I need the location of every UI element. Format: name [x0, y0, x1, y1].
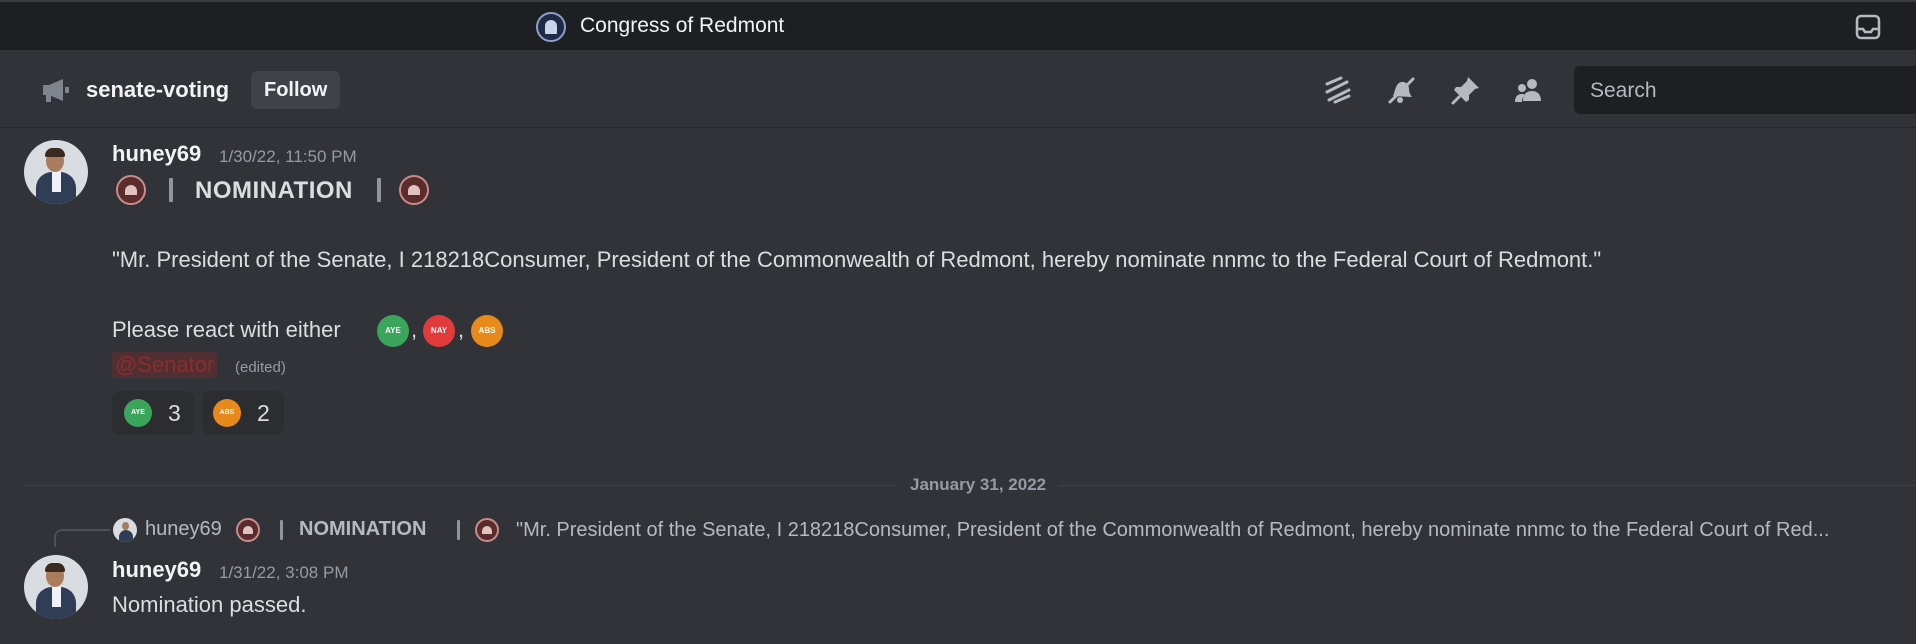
avatar[interactable] — [24, 555, 88, 619]
capitol-seal-icon — [475, 518, 499, 542]
reply-quote[interactable]: "Mr. President of the Senate, I 218218Co… — [516, 519, 1906, 542]
username[interactable]: huney69 — [112, 557, 201, 583]
inbox-icon[interactable] — [1855, 14, 1881, 40]
threads-icon[interactable] — [1321, 74, 1353, 106]
role-mention[interactable]: @Senator — [112, 352, 218, 378]
reply-username[interactable]: huney69 — [145, 518, 222, 541]
reaction-count: 3 — [168, 400, 181, 426]
megaphone-icon — [43, 79, 69, 102]
capitol-seal-icon — [236, 518, 260, 542]
reply-nomination-header: NOMINATION — [299, 518, 427, 540]
server-title: Congress of Redmont — [580, 14, 785, 37]
search-box[interactable] — [1574, 66, 1916, 116]
react-prompt: Please react with either — [112, 317, 341, 342]
aye-emoji-icon: AYE — [124, 399, 152, 427]
nay-emoji-icon: NAY — [423, 315, 455, 347]
capitol-seal-icon — [399, 175, 429, 205]
mute-bell-icon[interactable] — [1385, 74, 1417, 106]
timestamp: 1/30/22, 11:50 PM — [219, 147, 357, 166]
pin-icon[interactable] — [1450, 74, 1482, 106]
avatar[interactable] — [24, 140, 88, 204]
search-input[interactable] — [1588, 66, 1892, 116]
aye-emoji-icon: AYE — [377, 315, 409, 347]
capitol-seal-icon — [116, 175, 146, 205]
comma: , — [458, 317, 465, 342]
reply-spine — [54, 529, 110, 547]
members-icon[interactable] — [1513, 74, 1545, 106]
divider-bar — [169, 178, 173, 202]
edited-label: (edited) — [235, 359, 286, 376]
channel-name: senate-voting — [86, 77, 230, 102]
nomination-header: NOMINATION — [195, 177, 353, 204]
divider-bar — [280, 520, 283, 540]
title-bar: Congress of Redmont — [0, 0, 1916, 50]
reaction-count: 2 — [257, 400, 270, 426]
reply-avatar[interactable] — [113, 518, 137, 542]
timestamp: 1/31/22, 3:08 PM — [219, 563, 349, 582]
abs-emoji-icon: ABS — [213, 399, 241, 427]
reaction-abs[interactable]: ABS 2 — [202, 391, 284, 435]
follow-button[interactable]: Follow — [251, 71, 341, 109]
message-body: Nomination passed. — [112, 592, 307, 617]
divider-bar — [377, 178, 381, 202]
comma: , — [411, 317, 418, 342]
abs-emoji-icon: ABS — [471, 315, 503, 347]
capitol-seal-icon — [536, 12, 566, 42]
username[interactable]: huney69 — [112, 141, 201, 167]
channel-header: senate-voting Follow — [0, 50, 1916, 128]
date-divider-label: January 31, 2022 — [898, 475, 1059, 495]
divider-bar — [457, 520, 460, 540]
message-body: "Mr. President of the Senate, I 218218Co… — [112, 247, 1602, 272]
reaction-aye[interactable]: AYE 3 — [112, 391, 194, 435]
